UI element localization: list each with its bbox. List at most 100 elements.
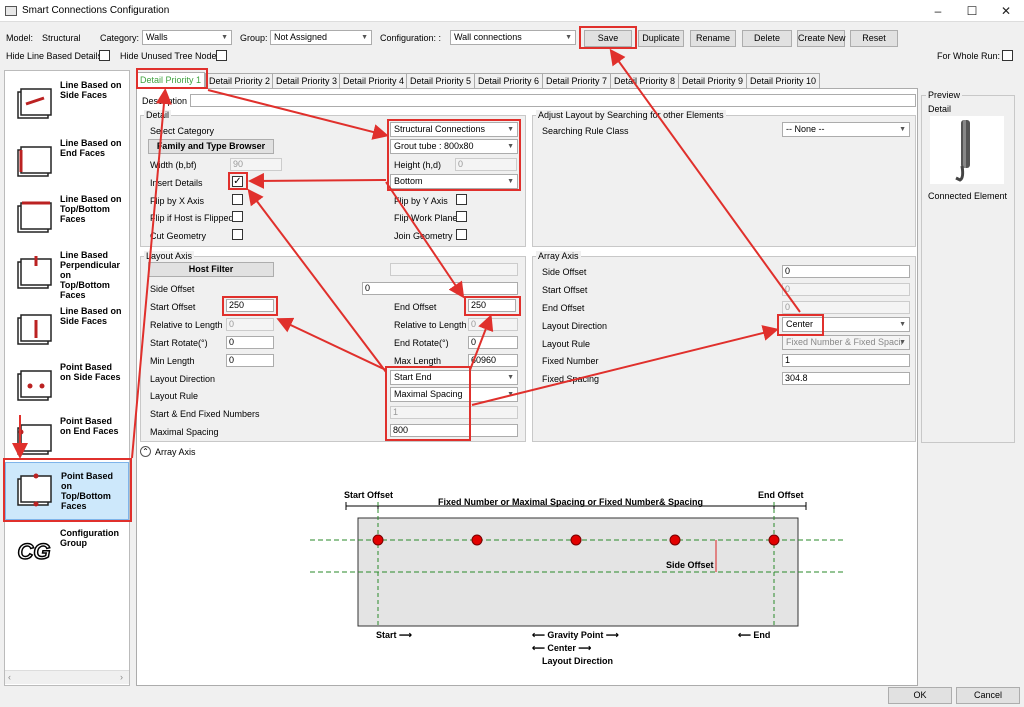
minimize-button[interactable]: – xyxy=(924,3,952,19)
sidebar-item-point-end[interactable]: Point Based on End Faces xyxy=(8,412,124,466)
layout-direction-select[interactable]: Start End ▼ xyxy=(390,370,518,385)
relative-length-right-label: Relative to Length xyxy=(394,320,467,330)
maximize-button[interactable]: ☐ xyxy=(958,3,986,19)
end-rotate-input[interactable]: 0 xyxy=(468,336,518,349)
min-length-input[interactable]: 0 xyxy=(226,354,274,367)
layout-rule-label: Layout Rule xyxy=(150,391,199,401)
tab-detail-priority-8[interactable]: Detail Priority 8 xyxy=(610,73,680,88)
sidebar-item-line-side[interactable]: Line Based on Side Faces xyxy=(8,76,124,130)
host-filter-button[interactable]: Host Filter xyxy=(148,262,274,277)
relative-length-right-input[interactable]: 0 xyxy=(468,318,518,331)
tab-detail-priority-7[interactable]: Detail Priority 7 xyxy=(542,73,612,88)
scroll-left-icon[interactable]: ‹ xyxy=(8,672,11,682)
sidebar-item-line-side-2[interactable]: Line Based on Side Faces xyxy=(8,302,124,356)
tab-detail-priority-4[interactable]: Detail Priority 4 xyxy=(339,73,409,88)
array-fixed-number-input[interactable]: 1 xyxy=(782,354,910,367)
group-value: Not Assigned xyxy=(274,32,328,42)
maximal-spacing-input[interactable]: 800 xyxy=(390,424,518,437)
tab-detail-priority-10[interactable]: Detail Priority 10 xyxy=(746,73,821,88)
model-value[interactable]: Structural xyxy=(42,33,81,43)
category-combo[interactable]: Walls ▼ xyxy=(142,30,232,45)
array-side-offset-input[interactable]: 0 xyxy=(782,265,910,278)
chevron-down-icon: ▼ xyxy=(899,339,906,346)
tab-detail-priority-3[interactable]: Detail Priority 3 xyxy=(272,73,342,88)
array-layout-direction-select[interactable]: Center ▼ xyxy=(782,317,910,332)
tab-detail-priority-9[interactable]: Detail Priority 9 xyxy=(678,73,748,88)
max-length-input[interactable]: 60960 xyxy=(468,354,518,367)
description-label: Description xyxy=(142,96,188,106)
hide-unused-checkbox[interactable] xyxy=(216,50,227,61)
flip-y-checkbox[interactable] xyxy=(456,194,467,205)
join-geometry-checkbox[interactable] xyxy=(456,229,467,240)
delete-button[interactable]: Delete xyxy=(742,30,792,47)
hide-line-based-checkbox[interactable] xyxy=(99,50,110,61)
flip-x-checkbox[interactable] xyxy=(232,194,243,205)
diagram-center: ⟵ Center ⟶ xyxy=(532,643,592,653)
duplicate-button[interactable]: Duplicate xyxy=(638,30,684,47)
insert-details-checkbox[interactable]: ✓ xyxy=(232,176,243,187)
chevron-down-icon: ▼ xyxy=(507,126,514,133)
configuration-combo[interactable]: Wall connections ▼ xyxy=(450,30,576,45)
end-offset-input[interactable]: 250 xyxy=(468,299,516,312)
flip-work-plane-checkbox[interactable] xyxy=(456,211,467,222)
start-offset-input[interactable]: 250 xyxy=(226,299,274,312)
preview-image xyxy=(930,116,1004,184)
detail-point xyxy=(669,534,681,546)
save-button[interactable]: Save xyxy=(584,30,632,47)
array-fixed-spacing-input[interactable]: 304.8 xyxy=(782,372,910,385)
tab-detail-priority-5[interactable]: Detail Priority 5 xyxy=(406,73,476,88)
sidebar-item-point-side[interactable]: Point Based on Side Faces xyxy=(8,358,124,412)
collapse-toggle-icon[interactable]: ⌃ xyxy=(140,446,151,457)
side-offset-input[interactable]: 0 xyxy=(362,282,518,295)
array-layout-rule-value: Fixed Number & Fixed Spacir xyxy=(786,337,904,347)
array-end-offset-input[interactable]: 0 xyxy=(782,301,910,314)
layout-direction-label: Layout Direction xyxy=(150,374,216,384)
sidebar-item-point-top-bottom[interactable]: Point Based on Top/Bottom Faces xyxy=(5,462,129,520)
cut-geometry-checkbox[interactable] xyxy=(232,229,243,240)
end-rotate-label: End Rotate(°) xyxy=(394,338,449,348)
cancel-button[interactable]: Cancel xyxy=(956,687,1020,704)
start-rotate-input[interactable]: 0 xyxy=(226,336,274,349)
width-input[interactable]: 90 xyxy=(230,158,282,171)
configuration-value: Wall connections xyxy=(454,32,522,42)
sidebar-item-configuration-group[interactable]: CG Configuration Group xyxy=(8,524,124,578)
width-label: Width (b,bf) xyxy=(150,160,197,170)
family-browser-button[interactable]: Family and Type Browser xyxy=(148,139,274,154)
reset-button[interactable]: Reset xyxy=(850,30,898,47)
model-label: Model: xyxy=(6,33,34,43)
for-whole-run-checkbox[interactable] xyxy=(1002,50,1013,61)
hide-unused-label: Hide Unused Tree Nodes xyxy=(120,51,222,61)
category-select[interactable]: Structural Connections ▼ xyxy=(390,122,518,137)
height-input[interactable]: 0 xyxy=(455,158,517,171)
sidebar-scrollbar[interactable]: ‹ › xyxy=(5,670,129,684)
relative-length-left-input[interactable]: 0 xyxy=(226,318,274,331)
scroll-right-icon[interactable]: › xyxy=(120,672,123,682)
fixed-numbers-input[interactable]: 1 xyxy=(390,406,518,419)
tab-detail-priority-6[interactable]: Detail Priority 6 xyxy=(474,73,544,88)
sidebar-item-line-top-bottom[interactable]: Line Based on Top/Bottom Faces xyxy=(8,190,124,244)
host-filter-field[interactable] xyxy=(390,263,518,276)
tab-detail-priority-2[interactable]: Detail Priority 2 xyxy=(205,73,275,88)
preview-title: Preview xyxy=(926,90,963,100)
description-input[interactable] xyxy=(190,94,916,107)
flip-host-checkbox[interactable] xyxy=(232,211,243,222)
rename-button[interactable]: Rename xyxy=(690,30,736,47)
group-combo[interactable]: Not Assigned ▼ xyxy=(270,30,372,45)
sidebar-item-line-end[interactable]: Line Based on End Faces xyxy=(8,134,124,188)
ok-button[interactable]: OK xyxy=(888,687,952,704)
array-start-offset-input[interactable]: 0 xyxy=(782,283,910,296)
create-new-button[interactable]: Create New xyxy=(797,30,846,47)
sidebar-item-label: Line Based on Side Faces xyxy=(60,306,122,326)
searching-rule-select[interactable]: -- None -- ▼ xyxy=(782,122,910,137)
layout-rule-select[interactable]: Maximal Spacing ▼ xyxy=(390,387,518,402)
insert-position-select[interactable]: Bottom ▼ xyxy=(390,174,518,189)
tab-detail-priority-1[interactable]: Detail Priority 1 xyxy=(136,72,206,88)
close-button[interactable]: ✕ xyxy=(992,3,1020,19)
sidebar-item-line-perpendicular[interactable]: Line Based Perpendicular on Top/Bottom F… xyxy=(8,246,124,300)
layout-direction-value: Start End xyxy=(394,372,432,382)
array-layout-rule-select[interactable]: Fixed Number & Fixed Spacir ▼ xyxy=(782,335,910,350)
family-select[interactable]: Grout tube : 800x80 ▼ xyxy=(390,139,518,154)
chevron-down-icon: ▼ xyxy=(221,34,228,41)
detail-point xyxy=(471,534,483,546)
window-title-bar: Smart Connections Configuration – ☐ ✕ xyxy=(0,0,1024,22)
